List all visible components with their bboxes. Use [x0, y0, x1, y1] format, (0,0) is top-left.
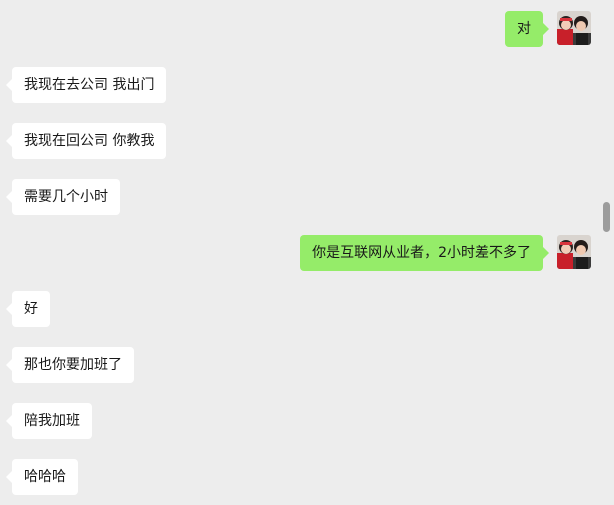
message-bubble-outgoing[interactable]: 你是互联网从业者，2小时差不多了	[300, 235, 549, 271]
scrollbar-thumb[interactable]	[603, 202, 610, 232]
user-avatar[interactable]	[557, 235, 591, 269]
message-bubble-incoming[interactable]: 那也你要加班了	[6, 347, 134, 383]
message-bubble-incoming[interactable]: 我现在回公司 你教我	[5, 123, 167, 159]
chat-message-list[interactable]: 对 我现在去公司 我出门 我现在回公司 你教我 需要几个小时 你是互联网从业者，…	[0, 0, 614, 505]
message-row-incoming: 陪我加班	[0, 403, 614, 439]
message-bubble-incoming[interactable]: 陪我加班	[6, 403, 92, 439]
avatar-photo-icon	[557, 235, 591, 269]
avatar-photo-icon	[557, 11, 591, 45]
message-row-incoming: 那也你要加班了	[0, 347, 614, 383]
message-row-outgoing: 对	[0, 11, 614, 47]
message-row-incoming: 好	[0, 291, 614, 327]
message-row-outgoing: 你是互联网从业者，2小时差不多了	[0, 235, 614, 271]
user-avatar[interactable]	[557, 11, 591, 45]
message-row-incoming: 我现在回公司 你教我	[0, 123, 614, 159]
message-row-incoming: 需要几个小时	[0, 179, 614, 215]
message-row-incoming: 我现在去公司 我出门	[0, 67, 614, 103]
message-bubble-incoming[interactable]: 哈哈哈	[6, 459, 78, 495]
message-bubble-incoming[interactable]: 我现在去公司 我出门	[5, 67, 167, 103]
message-bubble-incoming[interactable]: 好	[6, 291, 50, 327]
message-bubble-incoming[interactable]: 需要几个小时	[6, 179, 120, 215]
message-row-incoming: 哈哈哈	[0, 459, 614, 495]
message-bubble-outgoing[interactable]: 对	[505, 11, 549, 47]
